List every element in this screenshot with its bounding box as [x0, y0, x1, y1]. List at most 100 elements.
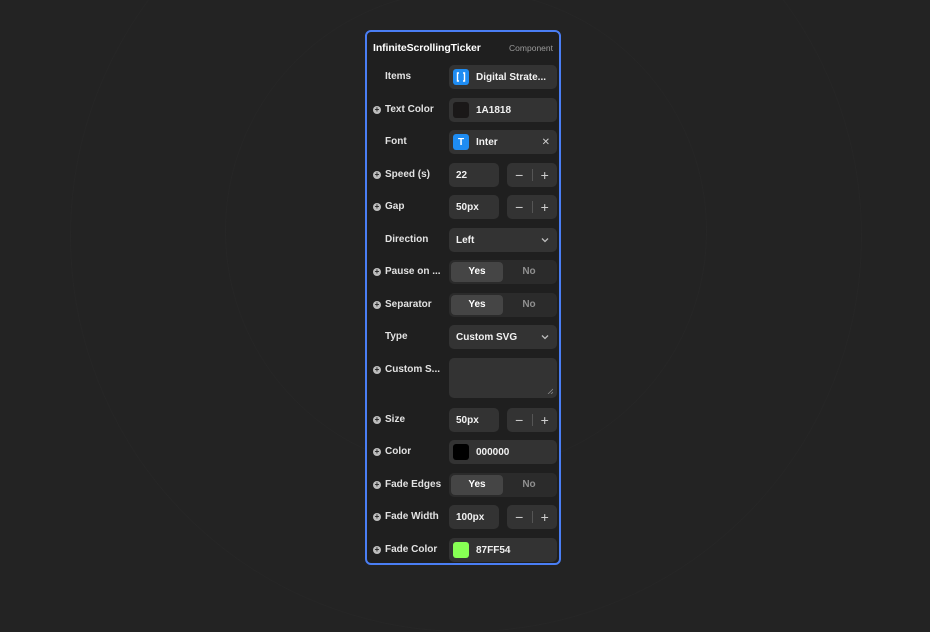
fade-edges-no-option[interactable]: No — [503, 475, 555, 495]
plus-circle-icon[interactable]: + — [373, 268, 381, 276]
plus-circle-icon[interactable]: + — [373, 106, 381, 114]
plus-circle-icon[interactable]: + — [373, 416, 381, 424]
plus-circle-icon[interactable]: + — [373, 546, 381, 554]
fade-width-input[interactable]: 100px — [449, 505, 499, 529]
speed-value: 22 — [456, 169, 468, 181]
row-items: Items Digital Strate... — [367, 65, 559, 89]
separator-yes-option[interactable]: Yes — [451, 295, 503, 315]
type-value: Custom SVG — [456, 331, 518, 343]
fade-color-label: Fade Color — [385, 544, 438, 555]
items-label: Items — [385, 71, 412, 82]
properties-panel: InfiniteScrollingTicker Component Items … — [365, 30, 561, 565]
speed-input[interactable]: 22 — [449, 163, 499, 187]
text-color-value: 1A1818 — [476, 104, 512, 116]
custom-svg-label: Custom S... — [385, 364, 441, 375]
fade-color-value: 87FF54 — [476, 544, 511, 556]
pause-no-option[interactable]: No — [503, 262, 555, 282]
font-type-icon: T — [453, 134, 469, 150]
separator-no-option[interactable]: No — [503, 295, 555, 315]
size-value: 50px — [456, 414, 479, 426]
row-pause: + Pause on ... Yes No — [367, 260, 559, 284]
text-color-label: Text Color — [385, 104, 434, 115]
items-field[interactable]: Digital Strate... — [449, 65, 557, 89]
size-input[interactable]: 50px — [449, 408, 499, 432]
plus-circle-icon[interactable]: + — [373, 203, 381, 211]
minus-icon[interactable]: − — [507, 195, 532, 219]
font-value: Inter — [476, 136, 498, 148]
color-swatch[interactable] — [453, 444, 469, 460]
row-font: Font T Inter ✕ — [367, 130, 559, 154]
array-brackets-icon — [453, 69, 469, 85]
row-separator: + Separator Yes No — [367, 293, 559, 317]
fade-width-label: Fade Width — [385, 511, 439, 522]
fade-color-field[interactable]: 87FF54 — [449, 538, 557, 562]
plus-circle-icon[interactable]: + — [373, 171, 381, 179]
row-speed: + Speed (s) 22 − + — [367, 163, 559, 187]
plus-icon[interactable]: + — [533, 408, 558, 432]
pause-yes-option[interactable]: Yes — [451, 262, 503, 282]
panel-header: InfiniteScrollingTicker Component — [373, 41, 553, 55]
plus-icon[interactable]: + — [533, 195, 558, 219]
row-direction: Direction Left — [367, 228, 559, 252]
font-label: Font — [385, 136, 407, 147]
size-stepper: − + — [507, 408, 557, 432]
color-value: 000000 — [476, 446, 510, 458]
pause-toggle: Yes No — [449, 260, 557, 284]
speed-label: Speed (s) — [385, 169, 431, 180]
fade-edges-yes-option[interactable]: Yes — [451, 475, 503, 495]
direction-label: Direction — [385, 234, 429, 245]
resize-grip-icon[interactable] — [547, 388, 553, 394]
text-color-swatch[interactable] — [453, 102, 469, 118]
direction-select[interactable]: Left — [449, 228, 557, 252]
type-label: Type — [385, 331, 408, 342]
fade-edges-label: Fade Edges — [385, 479, 442, 490]
row-color: + Color 000000 — [367, 440, 559, 464]
size-control: 50px − + — [449, 408, 557, 432]
fade-edges-toggle: Yes No — [449, 473, 557, 497]
color-field[interactable]: 000000 — [449, 440, 557, 464]
font-field[interactable]: T Inter ✕ — [449, 130, 557, 154]
fade-width-stepper: − + — [507, 505, 557, 529]
minus-icon[interactable]: − — [507, 163, 532, 187]
row-text-color: + Text Color 1A1818 — [367, 98, 559, 122]
plus-circle-icon[interactable]: + — [373, 366, 381, 374]
fade-width-value: 100px — [456, 511, 485, 523]
plus-icon[interactable]: + — [533, 163, 558, 187]
row-type: Type Custom SVG — [367, 325, 559, 349]
chevron-down-icon — [541, 235, 549, 245]
chevron-down-icon — [541, 332, 549, 342]
gap-value: 50px — [456, 201, 479, 213]
row-fade-width: + Fade Width 100px − + — [367, 505, 559, 529]
gap-control: 50px − + — [449, 195, 557, 219]
minus-icon[interactable]: − — [507, 408, 532, 432]
gap-label: Gap — [385, 201, 405, 212]
gap-input[interactable]: 50px — [449, 195, 499, 219]
color-label: Color — [385, 446, 412, 457]
plus-icon[interactable]: + — [533, 505, 558, 529]
size-label: Size — [385, 414, 406, 425]
row-size: + Size 50px − + — [367, 408, 559, 432]
fade-color-swatch[interactable] — [453, 542, 469, 558]
separator-label: Separator — [385, 299, 432, 310]
speed-control: 22 − + — [449, 163, 557, 187]
direction-value: Left — [456, 234, 475, 246]
type-select[interactable]: Custom SVG — [449, 325, 557, 349]
minus-icon[interactable]: − — [507, 505, 532, 529]
gap-stepper: − + — [507, 195, 557, 219]
close-icon[interactable]: ✕ — [542, 137, 550, 148]
row-fade-color: + Fade Color 87FF54 — [367, 538, 559, 562]
row-custom-svg: + Custom S... — [367, 358, 559, 398]
items-value: Digital Strate... — [476, 71, 547, 83]
component-title: InfiniteScrollingTicker — [373, 42, 481, 54]
plus-circle-icon[interactable]: + — [373, 481, 381, 489]
plus-circle-icon[interactable]: + — [373, 448, 381, 456]
component-tag: Component — [509, 43, 553, 53]
text-color-field[interactable]: 1A1818 — [449, 98, 557, 122]
custom-svg-textarea[interactable] — [449, 358, 557, 398]
plus-circle-icon[interactable]: + — [373, 301, 381, 309]
separator-toggle: Yes No — [449, 293, 557, 317]
fade-width-control: 100px − + — [449, 505, 557, 529]
plus-circle-icon[interactable]: + — [373, 513, 381, 521]
row-fade-edges: + Fade Edges Yes No — [367, 473, 559, 497]
speed-stepper: − + — [507, 163, 557, 187]
